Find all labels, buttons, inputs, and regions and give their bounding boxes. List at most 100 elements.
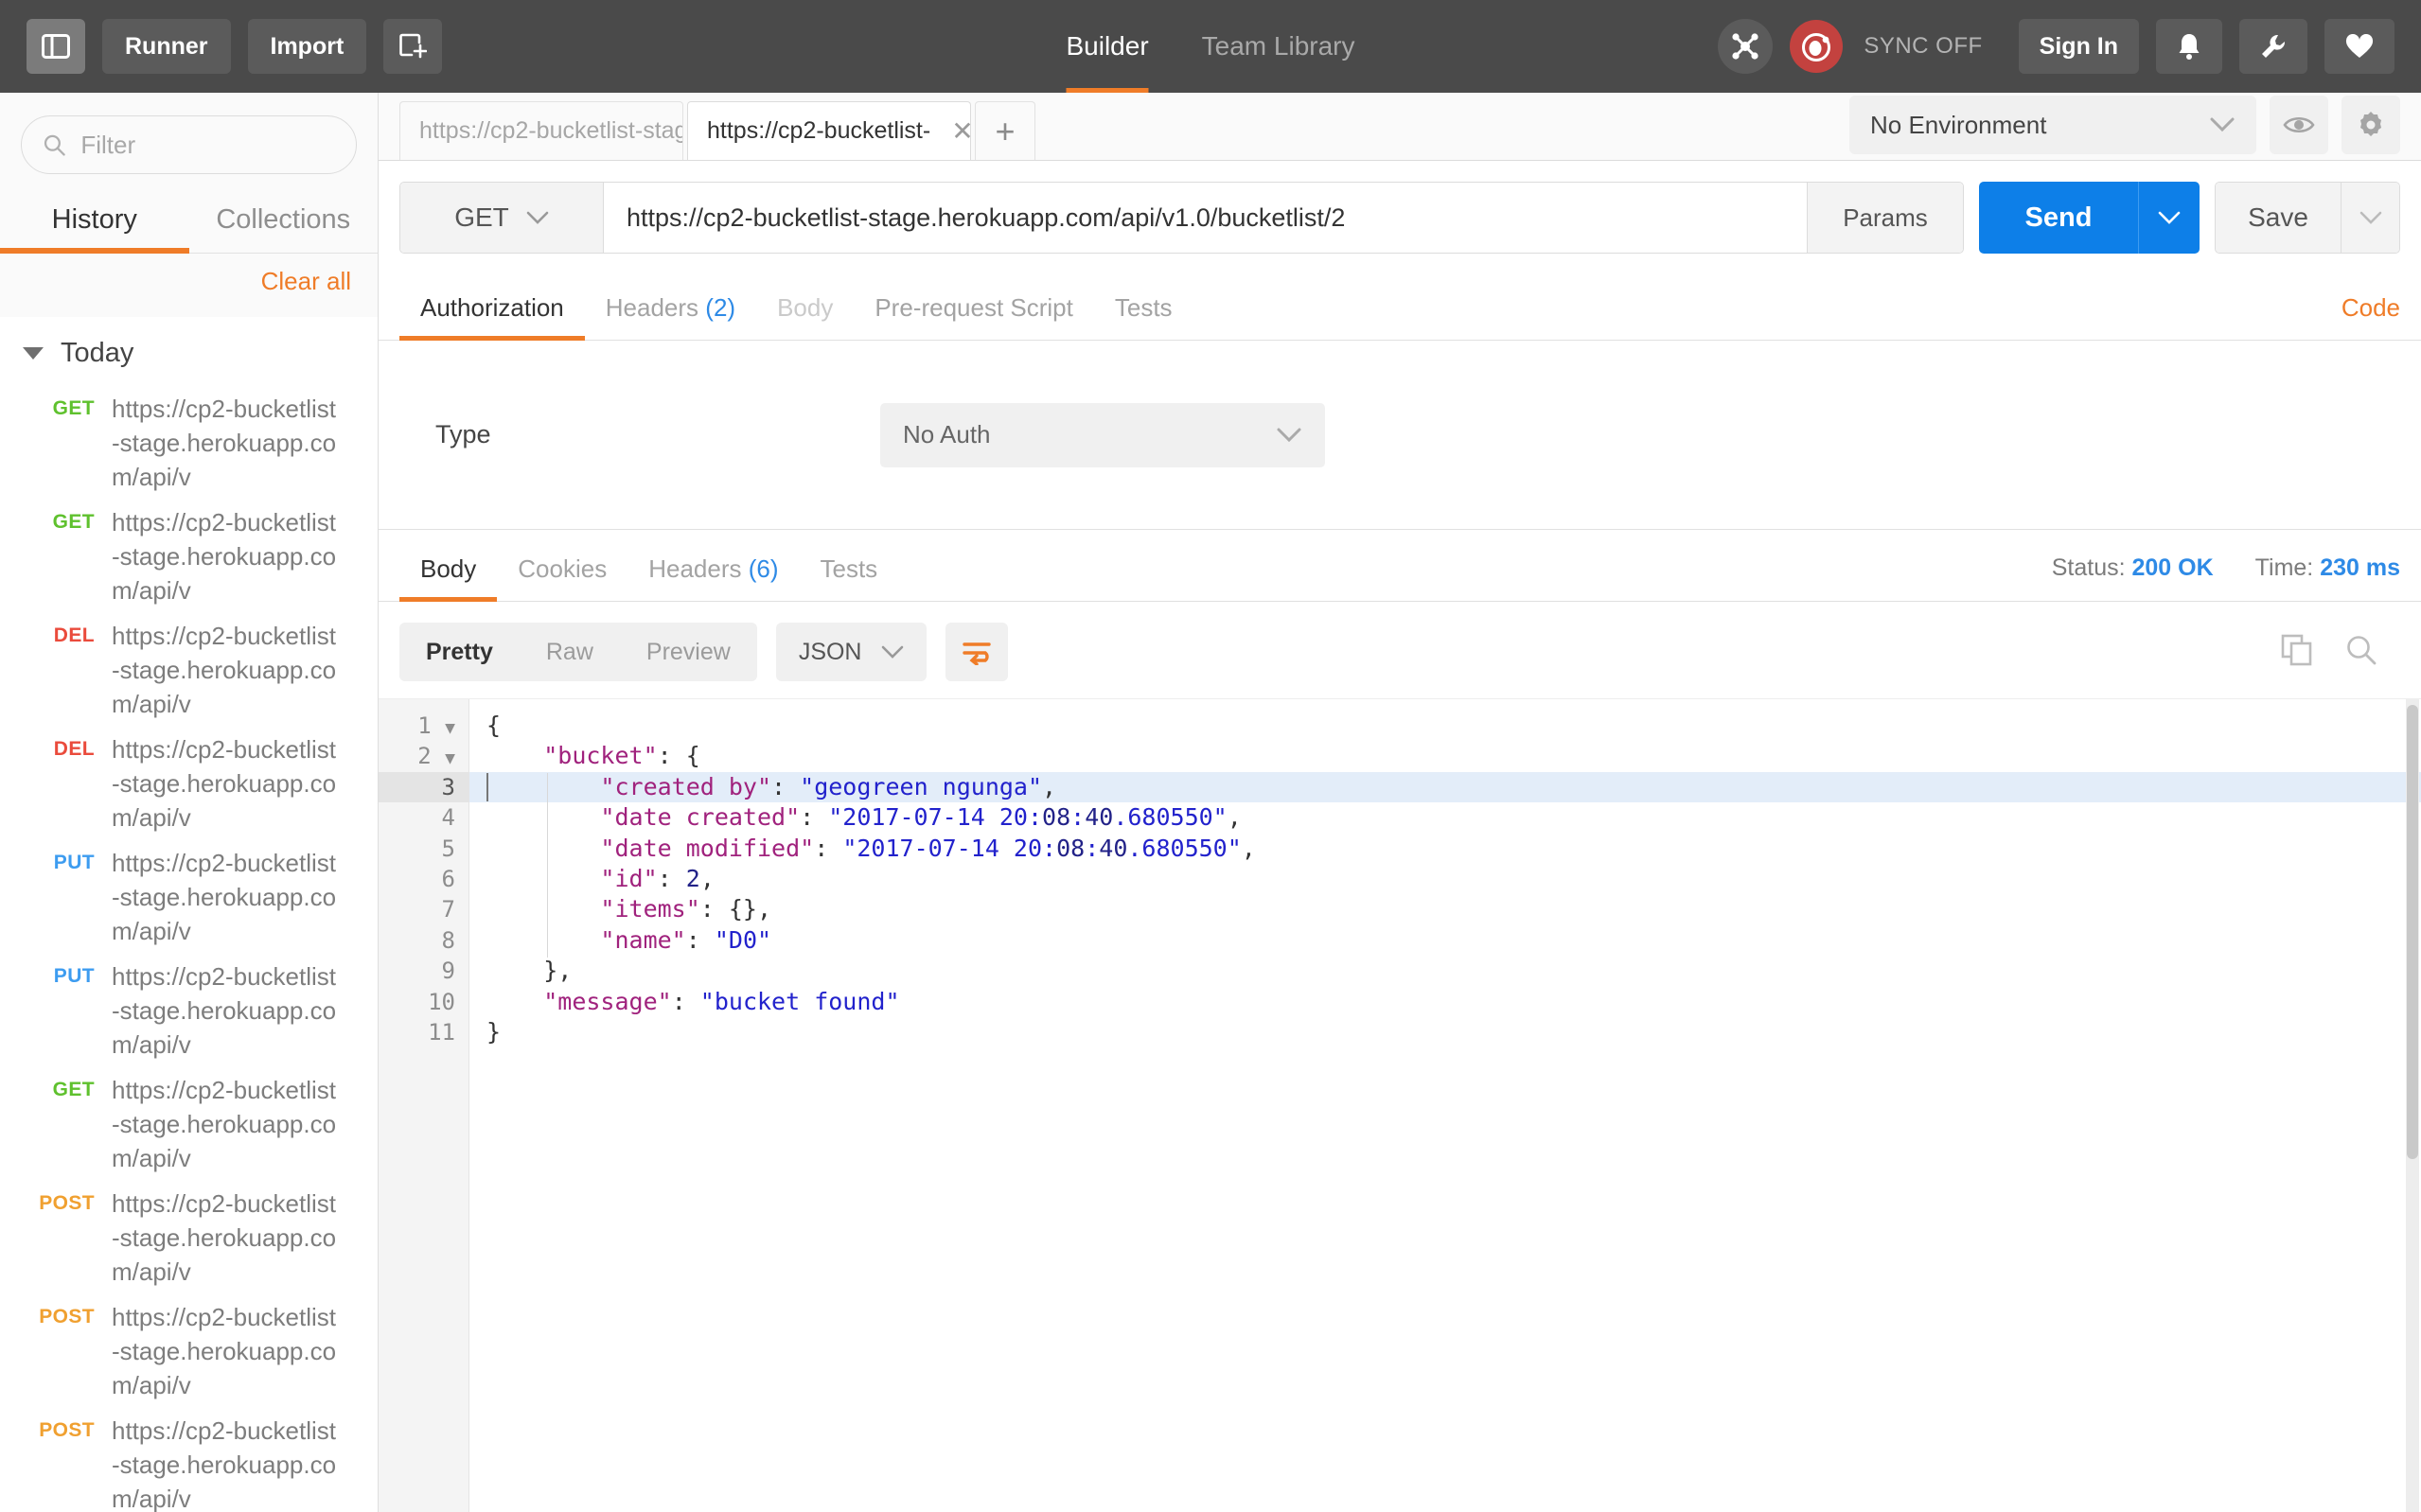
chevron-down-icon — [1276, 427, 1302, 444]
view-mode-raw[interactable]: Raw — [520, 623, 620, 681]
search-icon — [2345, 634, 2377, 666]
environment-select[interactable]: No Environment — [1849, 96, 2256, 154]
request-tab-1[interactable]: https://cp2-bucketlist- ✕ — [687, 101, 971, 160]
request-tab-0[interactable]: https://cp2-bucketlist-stage. — [399, 101, 683, 160]
settings-wrench-button[interactable] — [2239, 19, 2307, 74]
fold-arrow-icon[interactable]: ▼ — [445, 718, 455, 738]
history-item[interactable]: DELhttps://cp2-bucketlist-stage.herokuap… — [0, 727, 378, 840]
word-wrap-button[interactable] — [945, 623, 1008, 681]
search-response-button[interactable] — [2345, 634, 2377, 671]
history-group-today[interactable]: Today — [0, 317, 378, 386]
history-item[interactable]: POSThttps://cp2-bucketlist-stage.herokua… — [0, 1408, 378, 1512]
history-item[interactable]: POSThttps://cp2-bucketlist-stage.herokua… — [0, 1294, 378, 1408]
request-tab-body[interactable]: Body — [756, 293, 854, 340]
sidebar-toggle-button[interactable] — [27, 19, 85, 74]
save-options-button[interactable] — [2341, 183, 2399, 253]
filter-input[interactable] — [80, 131, 335, 160]
scrollbar-track[interactable] — [2406, 699, 2419, 1512]
chevron-down-icon — [881, 645, 904, 659]
top-bar-right: SYNC OFF Sign In — [1718, 19, 2394, 74]
runner-button[interactable]: Runner — [102, 19, 231, 74]
params-label: Params — [1843, 203, 1928, 233]
code-line: "created by": "geogreen ngunga", — [469, 772, 2421, 802]
bell-icon — [2177, 32, 2201, 61]
environment-settings-button[interactable] — [2341, 96, 2400, 154]
auth-type-select[interactable]: No Auth — [880, 403, 1325, 467]
nav-tab-builder[interactable]: Builder — [1066, 0, 1148, 93]
import-button[interactable]: Import — [248, 19, 367, 74]
history-item[interactable]: PUThttps://cp2-bucketlist-stage.herokuap… — [0, 954, 378, 1067]
sidebar-tab-history[interactable]: History — [0, 191, 189, 253]
new-request-button[interactable] — [383, 19, 442, 74]
request-tab-tests[interactable]: Tests — [1094, 293, 1193, 340]
send-button[interactable]: Send — [1979, 182, 2138, 254]
save-button[interactable]: Save — [2216, 183, 2341, 253]
send-options-button[interactable] — [2138, 182, 2200, 254]
favorites-button[interactable] — [2324, 19, 2394, 74]
indent-guide — [547, 773, 548, 958]
sidebar-tabs: History Collections — [0, 191, 378, 254]
code-link[interactable]: Code — [2341, 293, 2400, 340]
history-item[interactable]: POSThttps://cp2-bucketlist-stage.herokua… — [0, 1181, 378, 1294]
gear-icon — [2357, 111, 2385, 139]
request-tab-pre-request-script[interactable]: Pre-request Script — [854, 293, 1094, 340]
request-tab-headers[interactable]: Headers (2) — [585, 293, 756, 340]
history-item[interactable]: GEThttps://cp2-bucketlist-stage.herokuap… — [0, 1067, 378, 1181]
environment-value: No Environment — [1870, 111, 2046, 140]
request-section-tabs: Authorization Headers (2) Body Pre-reque… — [379, 273, 2421, 341]
app-body: History Collections Clear all Today GETh… — [0, 93, 2421, 1512]
response-tab-body[interactable]: Body — [399, 554, 497, 601]
view-mode-pretty[interactable]: Pretty — [399, 623, 520, 681]
request-tab-tests-label: Tests — [1115, 293, 1173, 322]
chevron-down-icon — [23, 347, 44, 360]
http-method-select[interactable]: GET — [400, 183, 604, 253]
fold-arrow-icon[interactable]: ▼ — [445, 748, 455, 768]
request-url-input[interactable] — [604, 183, 1807, 253]
request-tab-authorization[interactable]: Authorization — [399, 293, 585, 340]
sync-status-button[interactable] — [1790, 20, 1843, 73]
response-format-select[interactable]: JSON — [776, 623, 927, 681]
filter-box[interactable] — [21, 115, 357, 174]
response-body-viewer[interactable]: 1 ▼2 ▼34567891011 { "bucket": { "created… — [379, 698, 2421, 1512]
environment-quick-look-button[interactable] — [2270, 96, 2328, 154]
nav-tab-team-library[interactable]: Team Library — [1202, 0, 1355, 93]
history-item[interactable]: GEThttps://cp2-bucketlist-stage.herokuap… — [0, 500, 378, 613]
response-tab-headers[interactable]: Headers (6) — [627, 554, 799, 601]
eye-icon — [2283, 114, 2315, 136]
response-code-body[interactable]: { "bucket": { "created by": "geogreen ng… — [469, 699, 2421, 1512]
chevron-down-icon — [2359, 211, 2382, 225]
history-item-url: https://cp2-bucketlist-stage.herokuapp.c… — [112, 732, 339, 835]
history-item-method: DEL — [0, 619, 112, 721]
clear-all-button[interactable]: Clear all — [261, 267, 351, 295]
nav-tab-builder-label: Builder — [1066, 31, 1148, 61]
scrollbar-thumb[interactable] — [2407, 705, 2418, 1159]
new-document-icon — [398, 32, 427, 61]
copy-button[interactable] — [2281, 634, 2313, 671]
close-icon[interactable]: ✕ — [951, 115, 971, 147]
history-item[interactable]: GEThttps://cp2-bucketlist-stage.herokuap… — [0, 386, 378, 500]
history-item[interactable]: DELhttps://cp2-bucketlist-stage.herokuap… — [0, 613, 378, 727]
sign-in-button[interactable]: Sign In — [2019, 19, 2139, 74]
view-mode-preview[interactable]: Preview — [620, 623, 757, 681]
params-button[interactable]: Params — [1807, 183, 1963, 253]
response-tab-cookies[interactable]: Cookies — [497, 554, 627, 601]
history-item-method: GET — [0, 1073, 112, 1175]
search-icon — [43, 132, 65, 158]
status-badge: Status: 200 OK — [2052, 554, 2214, 582]
runner-label: Runner — [125, 33, 208, 61]
response-tab-tests-label: Tests — [821, 554, 878, 583]
line-number: 11 — [379, 1017, 468, 1047]
history-item-method: POST — [0, 1414, 112, 1512]
panel-layout-icon — [42, 34, 70, 59]
notifications-button[interactable] — [2156, 19, 2222, 74]
history-item-method: POST — [0, 1300, 112, 1402]
status-value: 200 OK — [2132, 554, 2214, 581]
response-tab-tests[interactable]: Tests — [800, 554, 899, 601]
sync-status-label: SYNC OFF — [1864, 33, 1982, 60]
add-request-tab-button[interactable]: + — [975, 101, 1035, 160]
interceptor-button[interactable] — [1718, 19, 1773, 74]
response-toolbar: Pretty Raw Preview JSON — [379, 602, 2421, 698]
history-item[interactable]: PUThttps://cp2-bucketlist-stage.herokuap… — [0, 840, 378, 954]
history-list[interactable]: Today GEThttps://cp2-bucketlist-stage.he… — [0, 317, 378, 1512]
sidebar-tab-collections[interactable]: Collections — [189, 191, 379, 253]
